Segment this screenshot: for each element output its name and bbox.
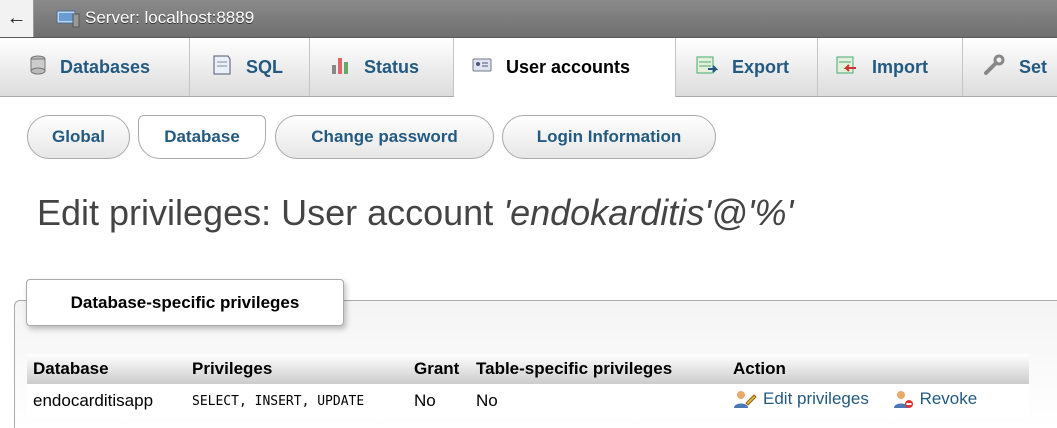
action-cell: Edit privileges Revoke — [727, 384, 1029, 418]
tab-export[interactable]: Export — [676, 38, 818, 96]
tab-label: Set — [1019, 56, 1048, 77]
fieldset-legend: Database-specific privileges — [26, 279, 344, 326]
tab-user-accounts[interactable]: User accounts — [454, 38, 676, 97]
user-accounts-icon — [472, 57, 492, 78]
table-specific-cell: No — [470, 384, 727, 418]
column-header-table-specific: Table-specific privileges — [470, 354, 727, 384]
tab-status[interactable]: Status — [310, 38, 454, 96]
subtab-global[interactable]: Global — [27, 115, 130, 159]
column-header-database: Database — [27, 354, 186, 384]
database-icon — [30, 55, 46, 80]
tab-databases[interactable]: Databases — [0, 38, 190, 96]
tab-label: Import — [872, 56, 928, 77]
title-account: 'endokarditis'@'%' — [503, 192, 794, 233]
database-name-cell: endocarditisapp — [27, 384, 186, 418]
settings-icon — [983, 54, 1005, 81]
subtab-change-password[interactable]: Change password — [275, 115, 494, 159]
server-link[interactable]: Server: localhost:8889 — [85, 8, 254, 28]
revoke-label: Revoke — [919, 388, 978, 408]
server-icon — [56, 10, 80, 33]
title-prefix: Edit privileges: User account — [37, 192, 504, 233]
server-breadcrumb-bar: ← Server: localhost:8889 — [0, 0, 1057, 38]
back-arrow-icon[interactable]: ← — [0, 0, 34, 37]
sql-icon — [212, 54, 232, 81]
tab-settings[interactable]: Set — [963, 38, 1057, 96]
table-header-row: Database Privileges Grant Table-specific… — [27, 354, 1029, 384]
tab-label: SQL — [246, 56, 284, 77]
table-row: endocarditisapp SELECT, INSERT, UPDATE N… — [27, 384, 1029, 418]
tab-label: Status — [364, 56, 420, 77]
tab-import[interactable]: Import — [818, 38, 963, 96]
column-header-grant: Grant — [408, 354, 470, 384]
grant-cell: No — [408, 384, 470, 418]
column-header-privileges: Privileges — [186, 354, 408, 384]
database-privileges-table: Database Privileges Grant Table-specific… — [27, 354, 1029, 418]
revoke-link[interactable]: Revoke — [892, 388, 978, 409]
subtab-database[interactable]: Database — [138, 115, 266, 159]
edit-privileges-label: Edit privileges — [763, 388, 869, 408]
tab-label: Databases — [60, 56, 151, 77]
export-icon — [696, 56, 719, 79]
import-icon — [836, 56, 858, 79]
tab-label: Export — [732, 56, 790, 77]
revoke-user-icon — [893, 390, 913, 408]
subtab-login-information[interactable]: Login Information — [502, 115, 716, 159]
tab-label: User accounts — [506, 57, 631, 77]
privileges-cell: SELECT, INSERT, UPDATE — [186, 384, 408, 418]
edit-user-icon — [734, 390, 757, 408]
edit-privileges-link[interactable]: Edit privileges — [733, 389, 869, 409]
column-header-action: Action — [727, 354, 1029, 384]
status-icon — [330, 55, 350, 80]
tab-sql[interactable]: SQL — [190, 38, 310, 96]
main-tab-bar: Databases SQL Status User accounts Expor… — [0, 38, 1057, 97]
page-title: Edit privileges: User account 'endokardi… — [37, 192, 793, 234]
